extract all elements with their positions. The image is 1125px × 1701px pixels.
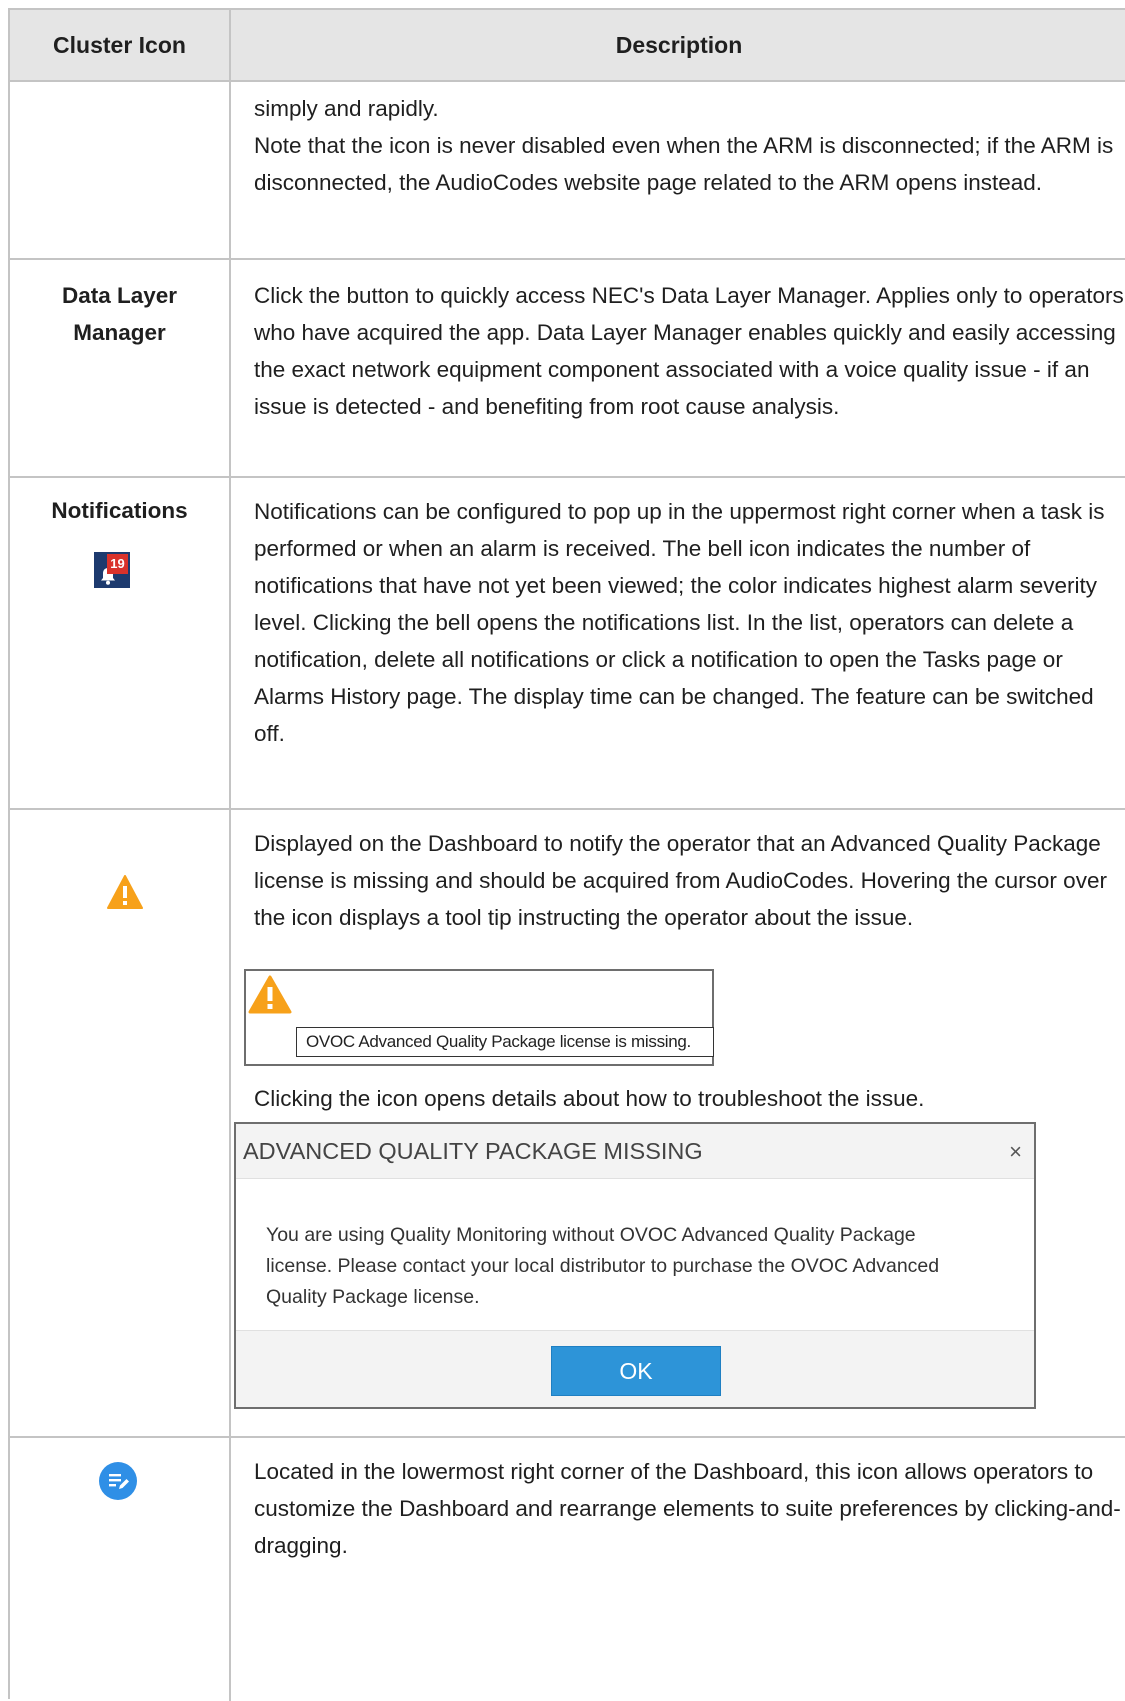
ok-button[interactable]: OK bbox=[551, 1346, 721, 1396]
row-aqp-desc1: Displayed on the Dashboard to notify the… bbox=[254, 831, 1107, 930]
column-divider bbox=[229, 10, 231, 1701]
tooltip-text: OVOC Advanced Quality Package license is… bbox=[296, 1027, 714, 1057]
row-divider bbox=[10, 258, 1125, 260]
dialog-footer: OK bbox=[236, 1330, 1034, 1407]
close-icon[interactable]: × bbox=[1009, 1124, 1022, 1179]
row-divider bbox=[10, 476, 1125, 478]
row-notifications-description: Notifications can be configured to pop u… bbox=[254, 493, 1124, 752]
row-divider bbox=[10, 1436, 1125, 1438]
row-arm-desc-line2: Note that the icon is never disabled eve… bbox=[254, 133, 1114, 195]
row-customize-desc: Located in the lowermost right corner of… bbox=[254, 1459, 1121, 1558]
cluster-icon-table: Cluster Icon Description simply and rapi… bbox=[8, 8, 1125, 1701]
row-notifications-desc: Notifications can be configured to pop u… bbox=[254, 499, 1105, 746]
row-data-layer-manager-name: Data Layer Manager bbox=[61, 283, 178, 345]
row-divider bbox=[10, 808, 1125, 810]
header-description: Description bbox=[615, 32, 743, 58]
row-arm-description: simply and rapidly. Note that the icon i… bbox=[254, 90, 1124, 201]
row-aqp-desc2: Clicking the icon opens details about ho… bbox=[254, 1086, 925, 1111]
dialog-screenshot: ADVANCED QUALITY PACKAGE MISSING × You a… bbox=[234, 1122, 1036, 1409]
notification-count-badge: 19 bbox=[107, 554, 128, 574]
row-notifications-name: Notifications bbox=[51, 498, 188, 523]
row-data-layer-manager-description: Click the button to quickly access NEC's… bbox=[254, 277, 1124, 425]
row-customize-description: Located in the lowermost right corner of… bbox=[254, 1453, 1124, 1564]
row-aqp-description: Displayed on the Dashboard to notify the… bbox=[254, 825, 1124, 936]
warning-icon[interactable] bbox=[107, 875, 143, 909]
tooltip-screenshot: OVOC Advanced Quality Package license is… bbox=[244, 969, 714, 1066]
table-header: Cluster Icon Description bbox=[10, 10, 1125, 82]
edit-icon[interactable] bbox=[98, 1461, 138, 1501]
row-arm-desc-line1: simply and rapidly. bbox=[254, 96, 439, 121]
dialog-title-bar: ADVANCED QUALITY PACKAGE MISSING × bbox=[236, 1124, 1034, 1179]
header-cluster-icon: Cluster Icon bbox=[53, 32, 186, 58]
dialog-title: ADVANCED QUALITY PACKAGE MISSING bbox=[243, 1138, 703, 1164]
warning-icon bbox=[248, 975, 292, 1014]
dialog-body: You are using Quality Monitoring without… bbox=[266, 1224, 940, 1308]
row-aqp-description-2: Clicking the icon opens details about ho… bbox=[254, 1080, 1124, 1117]
bell-icon[interactable]: 19 bbox=[94, 552, 130, 588]
row-dlm-desc: Click the button to quickly access NEC's… bbox=[254, 283, 1124, 419]
